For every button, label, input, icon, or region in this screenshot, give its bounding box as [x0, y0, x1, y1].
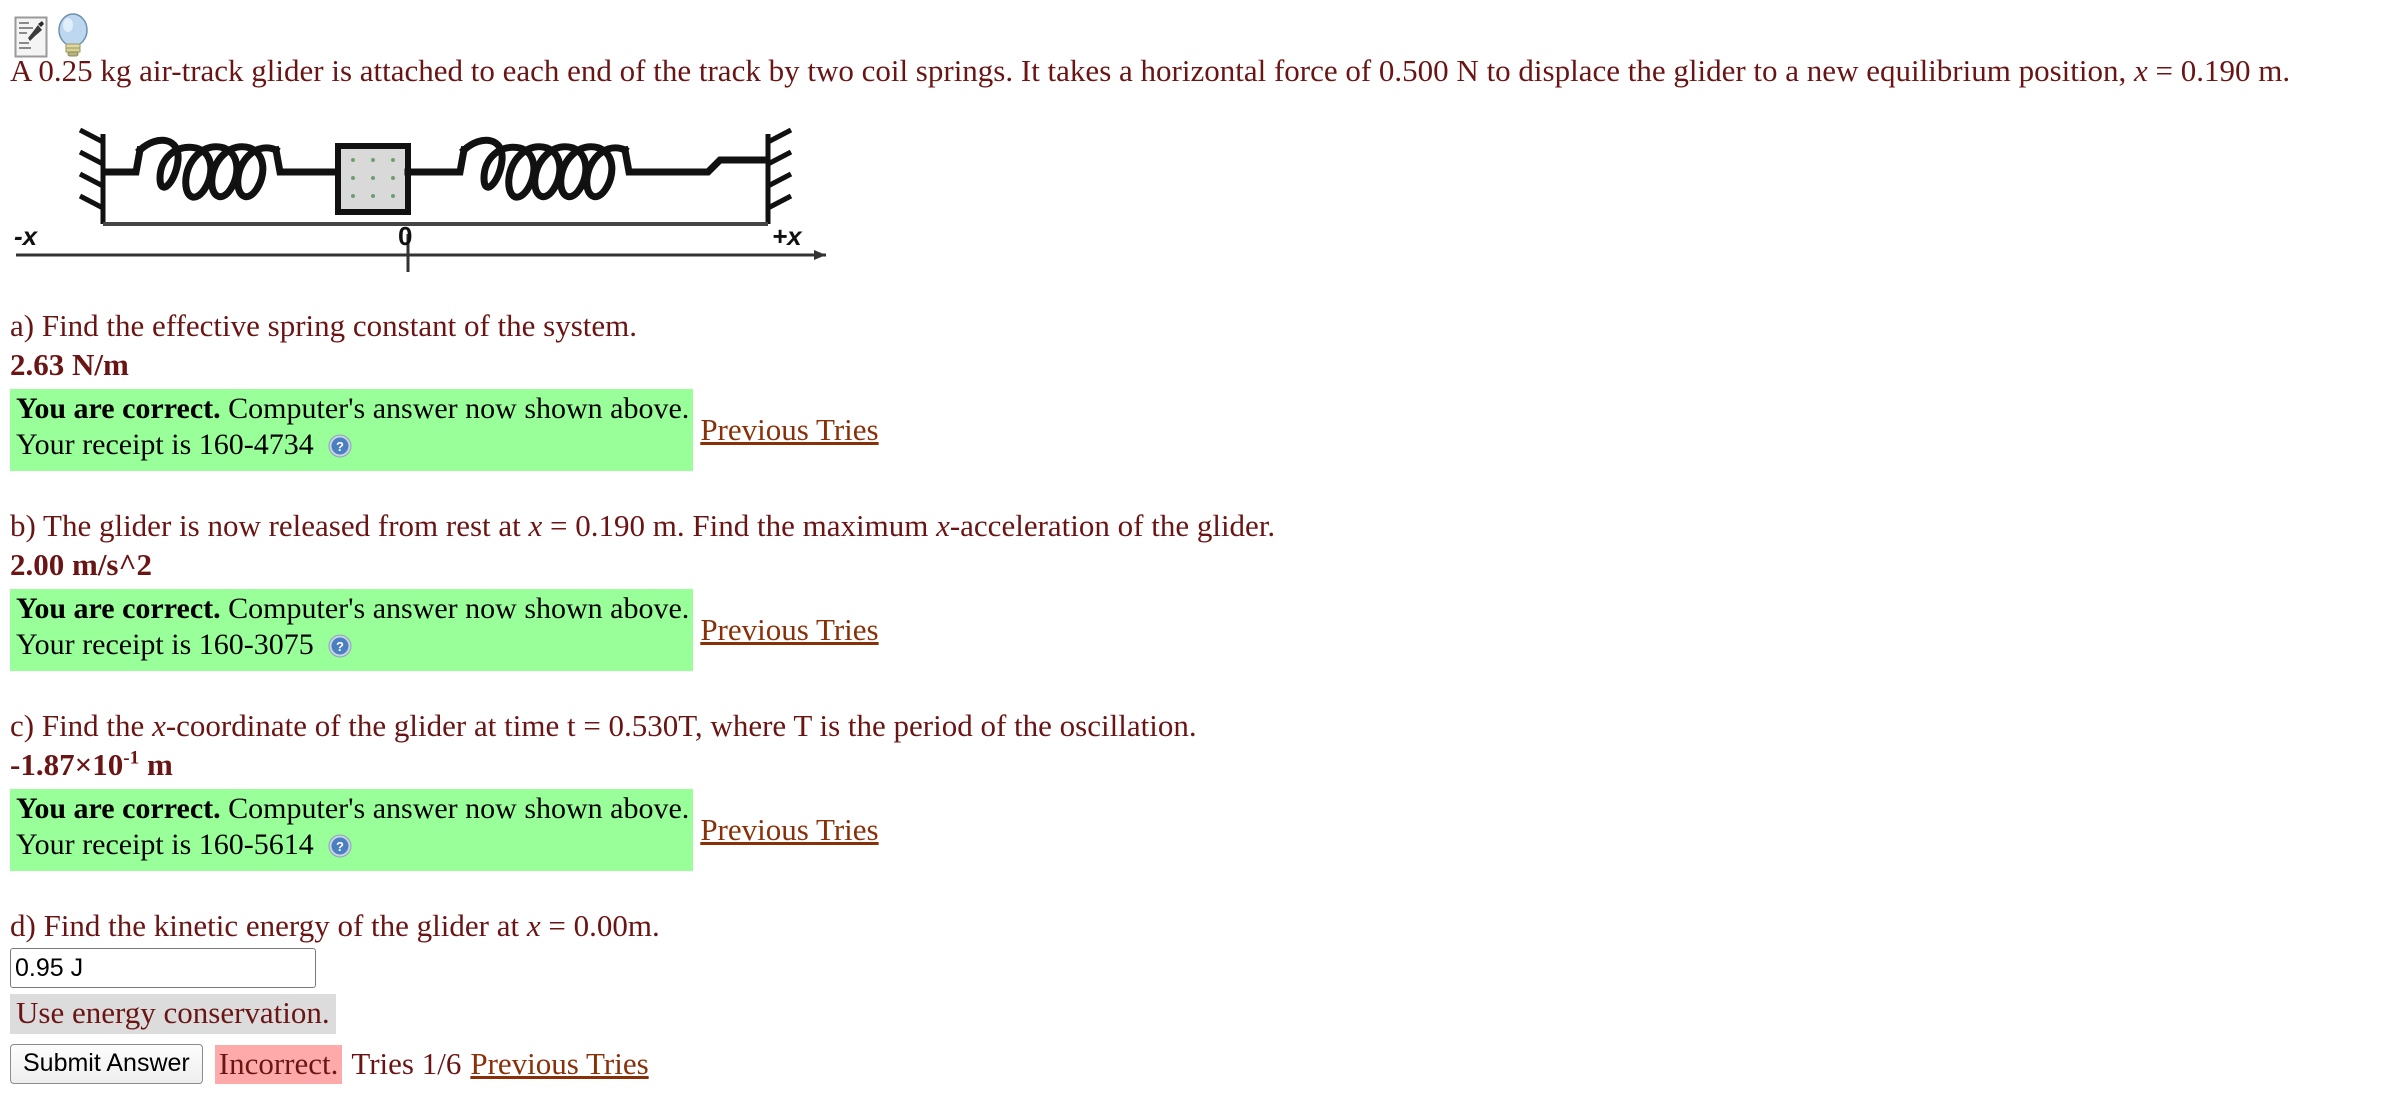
question-mark-icon[interactable]: ?: [328, 831, 352, 867]
part-c-var-1: x: [152, 708, 166, 743]
part-c-question-pre: c) Find the: [10, 708, 153, 743]
part-c-feedback-bold: You are correct.: [16, 792, 221, 825]
problem-part-d: d) Find the kinetic energy of the glider…: [10, 908, 2390, 1084]
part-d-question-pre: d) Find the kinetic energy of the glider…: [10, 908, 527, 943]
svg-text:?: ?: [336, 439, 344, 454]
statement-text-a: A 0.25 kg air-track glider is attached t…: [10, 53, 2134, 88]
part-d-question-post: = 0.00m.: [540, 908, 660, 943]
part-a-feedback-bold: You are correct.: [16, 392, 221, 425]
part-b-correct-feedback: You are correct. Computer's answer now s…: [10, 589, 694, 671]
part-d-answer-input[interactable]: [10, 948, 316, 988]
part-a-result-row: You are correct. Computer's answer now s…: [10, 389, 2390, 471]
part-b-question-mid: = 0.190 m. Find the maximum: [542, 508, 937, 543]
part-c-previous-tries-link[interactable]: Previous Tries: [700, 812, 878, 848]
part-c-answer-exponent: -1: [123, 747, 140, 769]
axis-label-origin: 0: [398, 221, 412, 251]
part-c-answer-unit: m: [139, 747, 173, 782]
statement-text-b: = 0.190 m.: [2147, 53, 2291, 88]
left-spring: [101, 136, 342, 201]
part-b-receipt: Your receipt is 160-3075: [16, 628, 314, 661]
two-spring-glider-diagram: -x 0 +x: [8, 112, 838, 272]
part-b-answer: 2.00 m/s^2: [10, 547, 153, 582]
right-spring: [404, 136, 770, 201]
part-a-correct-feedback: You are correct. Computer's answer now s…: [10, 389, 694, 471]
svg-text:?: ?: [336, 839, 344, 854]
part-c-question: c) Find the x-coordinate of the glider a…: [10, 708, 2390, 744]
problem-statement: A 0.25 kg air-track glider is attached t…: [10, 52, 2400, 90]
part-d-hint: Use energy conservation.: [10, 994, 336, 1034]
problem-page: A 0.25 kg air-track glider is attached t…: [0, 0, 2406, 1094]
part-d-previous-tries-link[interactable]: Previous Tries: [470, 1046, 648, 1082]
part-b-previous-tries-link[interactable]: Previous Tries: [700, 612, 878, 648]
glider-block: [335, 143, 411, 215]
right-wall-hatch: [765, 127, 793, 224]
part-d-var-1: x: [526, 908, 541, 943]
part-a-question: a) Find the effective spring constant of…: [10, 308, 638, 343]
part-c-answer: -1.87×10-1 m: [10, 747, 2390, 783]
part-c-receipt: Your receipt is 160-5614: [16, 828, 314, 861]
problem-part-b: b) The glider is now released from rest …: [10, 508, 2390, 671]
x-axis-arrow: [814, 250, 826, 260]
part-b-result-row: You are correct. Computer's answer now s…: [10, 589, 2390, 671]
submit-answer-button[interactable]: Submit Answer: [10, 1044, 203, 1084]
part-a-feedback-rest: Computer's answer now shown above.: [220, 392, 690, 425]
part-b-var-2: x: [936, 508, 950, 543]
part-c-feedback-rest: Computer's answer now shown above.: [220, 792, 690, 825]
svg-text:?: ?: [336, 639, 344, 654]
question-mark-icon[interactable]: ?: [328, 631, 352, 667]
statement-variable-x: x: [2134, 53, 2148, 88]
part-a-previous-tries-link[interactable]: Previous Tries: [700, 412, 878, 448]
part-b-question: b) The glider is now released from rest …: [10, 508, 2390, 544]
part-b-feedback-bold: You are correct.: [16, 592, 221, 625]
axis-label-negative-x: -x: [14, 221, 39, 251]
part-c-result-row: You are correct. Computer's answer now s…: [10, 789, 2390, 871]
part-b-feedback-rest: Computer's answer now shown above.: [220, 592, 690, 625]
part-c-answer-mantissa: -1.87×10: [10, 747, 124, 782]
toolbar: [14, 6, 92, 58]
problem-part-c: c) Find the x-coordinate of the glider a…: [10, 708, 2390, 871]
part-c-question-post: -coordinate of the glider at time t = 0.…: [165, 708, 1197, 743]
axis-label-positive-x: +x: [772, 221, 803, 251]
part-d-tries-count: Tries 1/6: [351, 1046, 462, 1081]
part-d-question: d) Find the kinetic energy of the glider…: [10, 908, 2390, 944]
part-d-submit-row: Submit Answer Incorrect. Tries 1/6 Previ…: [10, 1044, 2390, 1084]
part-d-incorrect-badge: Incorrect.: [214, 1044, 343, 1084]
part-b-question-pre: b) The glider is now released from rest …: [10, 508, 529, 543]
part-b-var-1: x: [528, 508, 543, 543]
part-a-receipt: Your receipt is 160-4734: [16, 428, 314, 461]
problem-part-a: a) Find the effective spring constant of…: [10, 308, 2390, 471]
left-wall-hatch: [78, 127, 106, 224]
part-a-answer: 2.63 N/m: [10, 347, 129, 382]
part-c-correct-feedback: You are correct. Computer's answer now s…: [10, 789, 694, 871]
part-b-question-post: -acceleration of the glider.: [949, 508, 1276, 543]
question-mark-icon[interactable]: ?: [328, 431, 352, 467]
